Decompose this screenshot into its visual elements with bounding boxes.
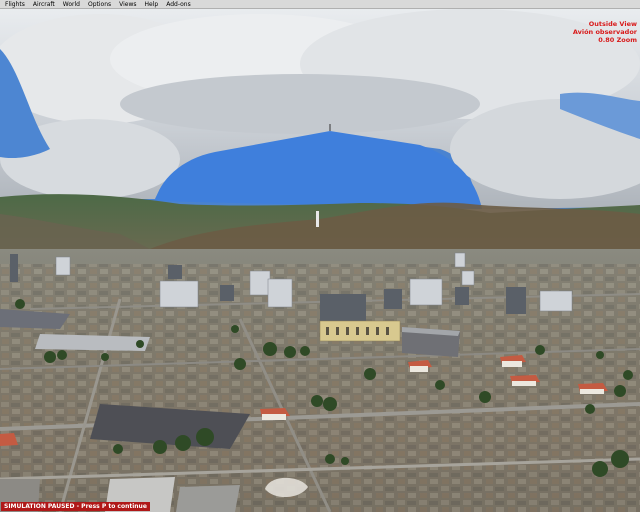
menu-flights[interactable]: Flights <box>0 0 29 9</box>
menu-bar: Flights Aircraft World Options Views Hel… <box>0 0 640 9</box>
menu-views[interactable]: Views <box>115 0 140 9</box>
menu-aircraft[interactable]: Aircraft <box>29 0 59 9</box>
zoom-label: 0.80 Zoom <box>598 36 637 44</box>
simulation-paused-message: SIMULATION PAUSED - Press P to continue <box>1 502 150 511</box>
camera-label: Avión observador <box>572 28 637 36</box>
scenery-render <box>0 9 640 512</box>
view-info-overlay: Outside View Avión observador 0.80 Zoom <box>573 20 637 44</box>
view-name-label: Outside View <box>588 20 637 28</box>
scenery-viewport[interactable]: Outside View Avión observador 0.80 Zoom … <box>0 9 640 512</box>
menu-world[interactable]: World <box>59 0 84 9</box>
menu-addons[interactable]: Add-ons <box>162 0 195 9</box>
menu-help[interactable]: Help <box>141 0 163 9</box>
menu-options[interactable]: Options <box>84 0 115 9</box>
